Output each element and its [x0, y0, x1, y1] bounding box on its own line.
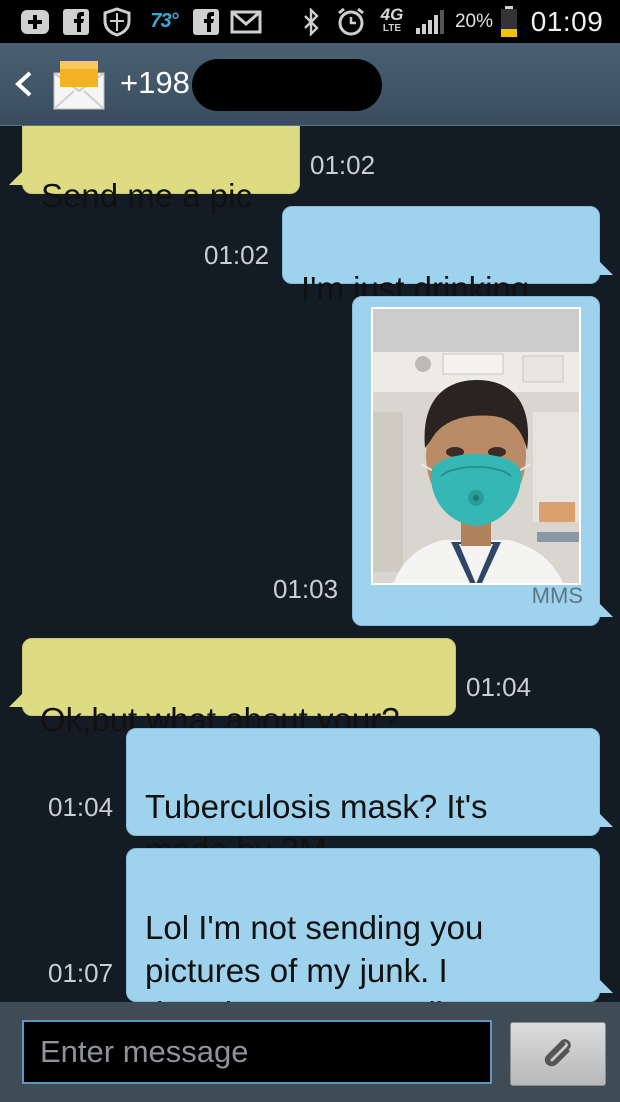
- status-bar: 73° 4G LTE 20% 01:09: [0, 0, 620, 43]
- bluetooth-icon: [298, 0, 324, 43]
- back-chevron-icon[interactable]: [10, 67, 38, 101]
- outgoing-message-bubble[interactable]: I'm just drinking.: [282, 206, 613, 307]
- message-timestamp: 01:02: [310, 150, 376, 180]
- shield-icon: [100, 0, 134, 43]
- messaging-app: 73° 4G LTE 20% 01:09 +198 Send me a pic …: [0, 0, 620, 1102]
- network-type: 4G: [380, 4, 404, 24]
- message-envelope-icon: [53, 61, 105, 110]
- bubble-tail: [9, 691, 25, 707]
- mms-label: MMS: [531, 583, 583, 608]
- message-timestamp: 01:02: [204, 240, 270, 270]
- message-thread[interactable]: Send me a pic 01:02 I'm just drinking. 0…: [0, 126, 620, 1002]
- bubble-tail: [9, 169, 25, 185]
- battery-icon: [498, 0, 520, 43]
- message-input[interactable]: [22, 1020, 492, 1084]
- gmail-icon: [228, 0, 264, 43]
- paperclip-icon: [544, 1039, 571, 1067]
- weather-temperature: 73°: [150, 10, 178, 32]
- message-text: Lol I'm not sending you pictures of my j…: [145, 909, 484, 1002]
- alarm-icon: [334, 0, 368, 43]
- mms-photo[interactable]: [371, 307, 581, 585]
- bubble-tail: [597, 259, 613, 275]
- clock: 01:09: [530, 5, 604, 37]
- message-timestamp: 01:04: [466, 672, 532, 702]
- incoming-message-bubble[interactable]: Ok,but what about your?: [9, 638, 456, 738]
- message-text: Send me a pic: [41, 177, 252, 214]
- message-timestamp: 01:03: [273, 574, 339, 604]
- outgoing-message-bubble[interactable]: Lol I'm not sending you pictures of my j…: [126, 848, 613, 1002]
- attach-button[interactable]: [510, 1022, 606, 1086]
- outgoing-mms-bubble[interactable]: 01:03 MMS: [273, 296, 613, 626]
- contact-number[interactable]: +198: [120, 65, 190, 101]
- bubble-tail: [597, 977, 613, 993]
- add-icon: [16, 0, 54, 43]
- facebook-icon: [190, 0, 222, 43]
- facebook-icon: [60, 0, 92, 43]
- network-subtype: LTE: [382, 22, 402, 34]
- composer-bar: [0, 1002, 620, 1102]
- signal-icon: [412, 0, 448, 43]
- incoming-message-bubble[interactable]: Send me a pic: [9, 126, 300, 214]
- bubble-tail: [597, 811, 613, 827]
- message-timestamp: 01:04: [48, 792, 114, 822]
- redaction-box: [192, 59, 382, 111]
- selfie-photo-image: [373, 352, 579, 583]
- lte-icon: 4G LTE: [374, 0, 410, 43]
- battery-percent: 20%: [454, 10, 494, 32]
- outgoing-message-bubble[interactable]: Tuberculosis mask? It's made by 3M: [126, 728, 613, 868]
- bubble-tail: [597, 601, 613, 617]
- message-timestamp: 01:07: [48, 958, 114, 988]
